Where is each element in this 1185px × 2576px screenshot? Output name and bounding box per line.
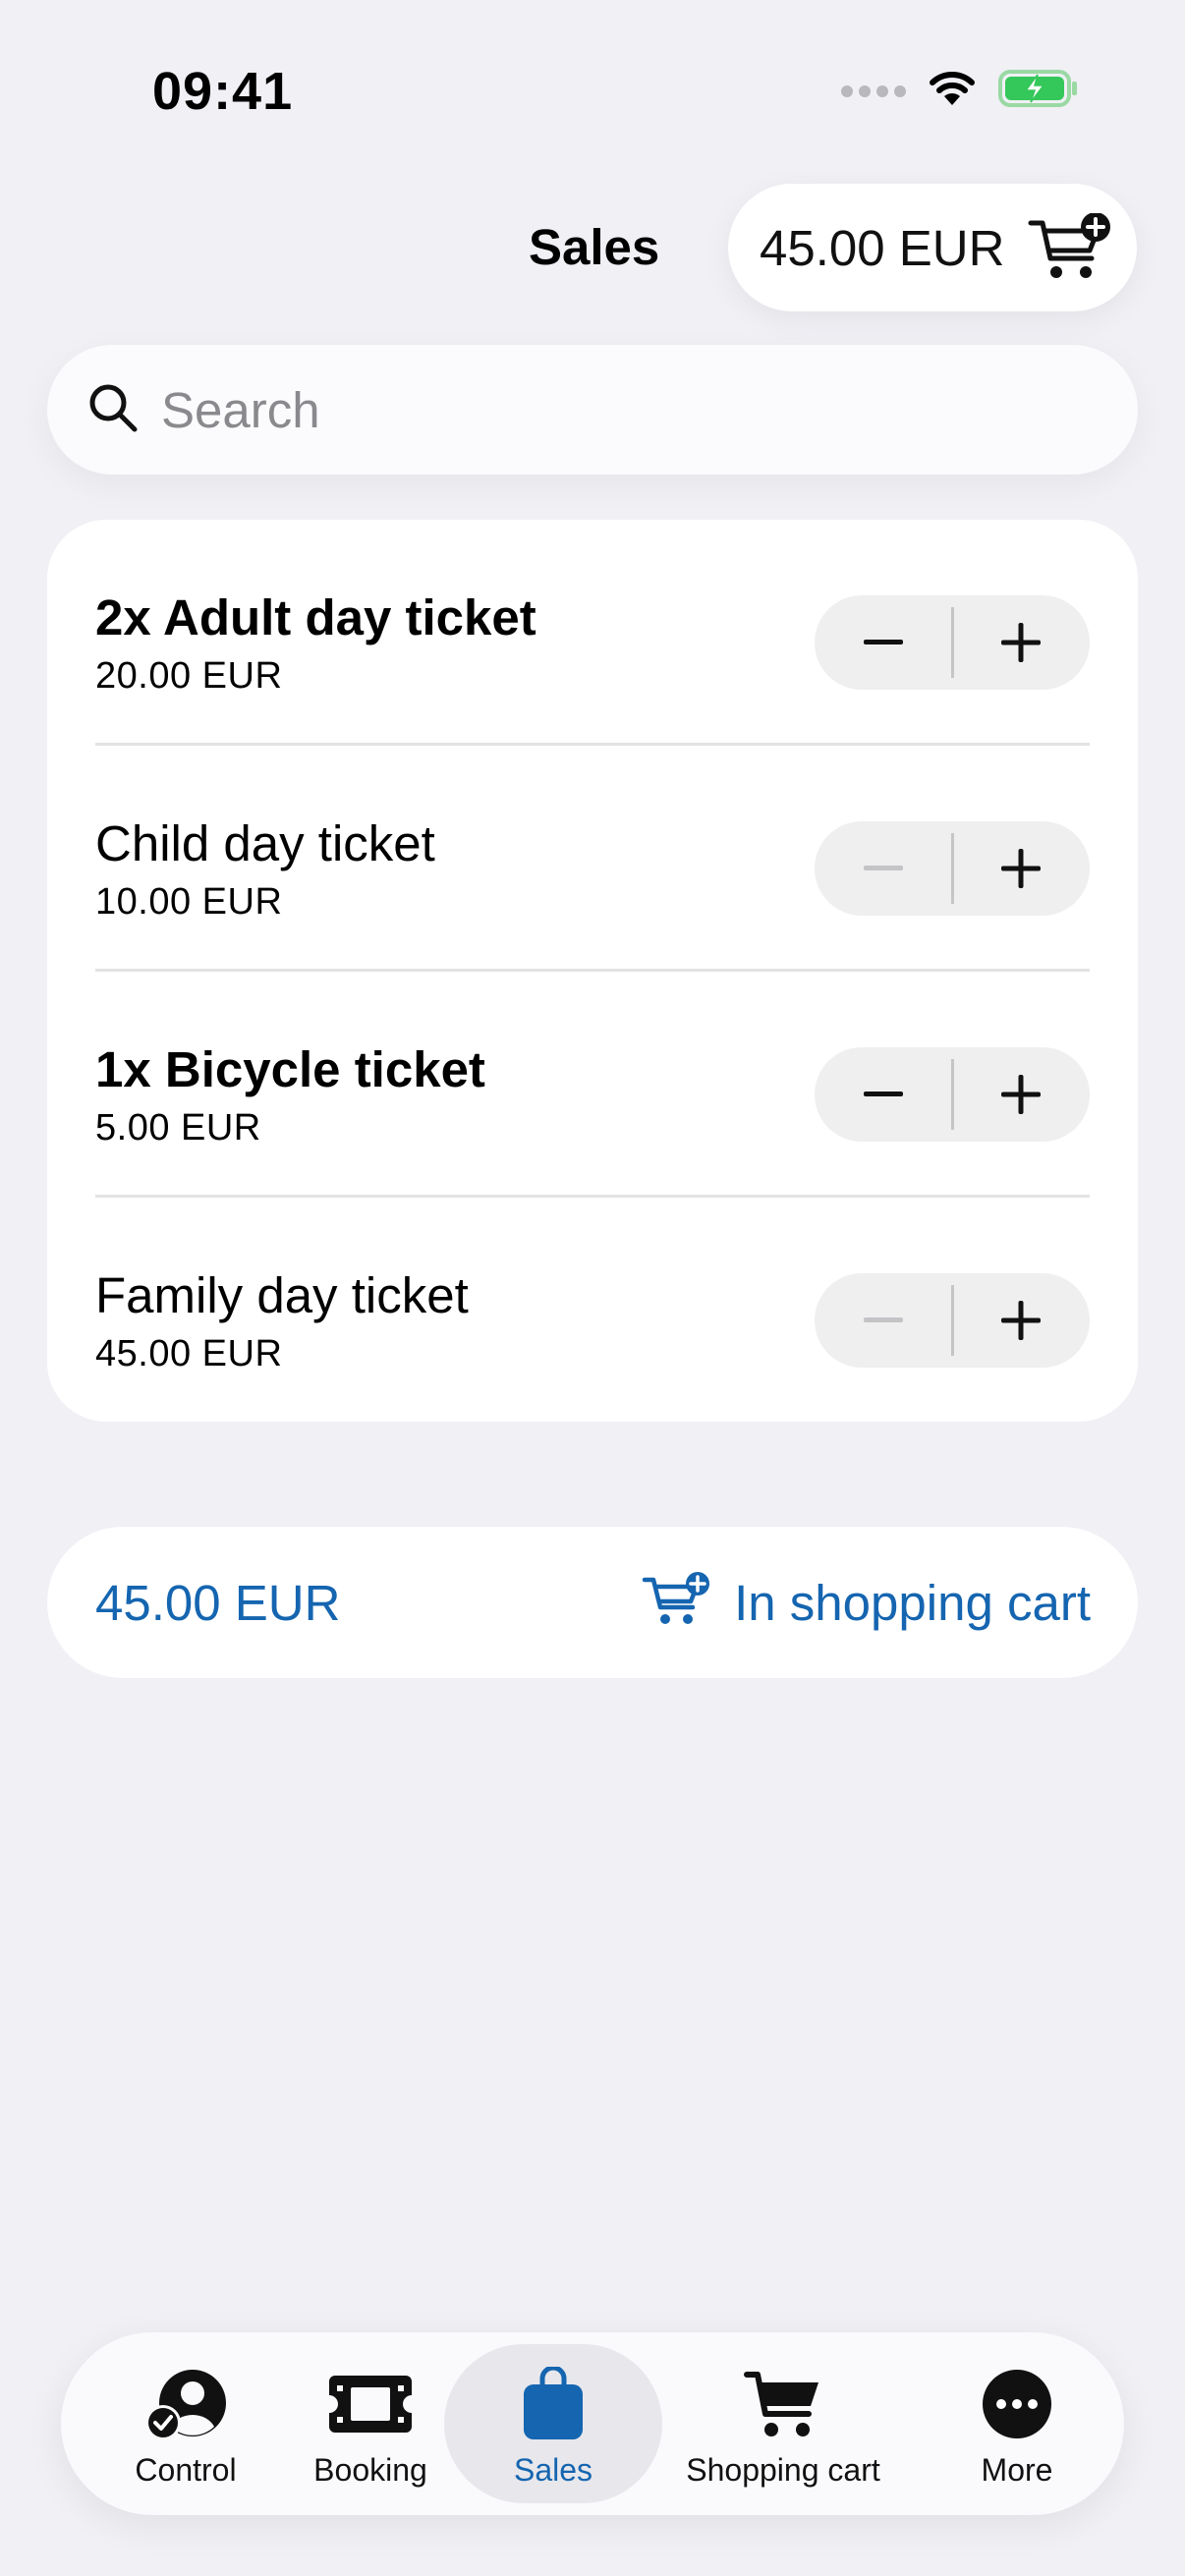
stepper-divider <box>951 607 954 678</box>
tab-label: Control <box>135 2452 237 2488</box>
status-indicators <box>841 69 1079 113</box>
plus-icon <box>1001 623 1041 662</box>
increase-button[interactable] <box>952 821 1090 916</box>
ticket-icon <box>327 2366 414 2442</box>
more-icon <box>982 2366 1052 2442</box>
search-icon <box>86 381 140 439</box>
tab-label: Booking <box>313 2452 427 2488</box>
ticket-price: 10.00 EUR <box>95 881 283 923</box>
cart-icon <box>744 2366 822 2442</box>
tab-label: Shopping cart <box>686 2452 880 2488</box>
ticket-name: Child day ticket <box>95 815 435 871</box>
ticket-name: 1x Bicycle ticket <box>95 1041 485 1097</box>
battery-charging-icon <box>998 69 1079 113</box>
tab-shopping-cart[interactable]: Shopping cart <box>670 2332 896 2515</box>
decrease-button-disabled[interactable] <box>815 821 952 916</box>
stepper-divider <box>951 1059 954 1130</box>
tab-bar: Control Booking Sales Shopping cart More <box>61 2332 1124 2515</box>
ticket-row-family-day: Family day ticket 45.00 EUR <box>95 1198 1090 1424</box>
ticket-name: 2x Adult day ticket <box>95 589 536 645</box>
quantity-stepper <box>815 1273 1090 1368</box>
ticket-price: 20.00 EUR <box>95 655 283 697</box>
decrease-button-disabled[interactable] <box>815 1273 952 1368</box>
shopping-bag-icon <box>521 2366 586 2442</box>
stepper-divider <box>951 1285 954 1356</box>
ticket-name: Family day ticket <box>95 1267 469 1323</box>
increase-button[interactable] <box>952 1047 1090 1142</box>
increase-button[interactable] <box>952 1273 1090 1368</box>
minus-icon <box>864 866 903 870</box>
cart-total-button[interactable]: 45.00 EUR <box>728 184 1137 311</box>
add-to-cart-button[interactable]: 45.00 EUR In shopping cart <box>47 1527 1138 1678</box>
decrease-button[interactable] <box>815 595 952 690</box>
status-time: 09:41 <box>152 62 294 121</box>
quantity-stepper <box>815 821 1090 916</box>
quantity-stepper <box>815 1047 1090 1142</box>
tab-sales[interactable]: Sales <box>489 2332 617 2515</box>
ticket-row-adult-day: 2x Adult day ticket 20.00 EUR <box>95 520 1090 746</box>
ticket-list: 2x Adult day ticket 20.00 EUR Child day … <box>47 520 1138 1422</box>
increase-button[interactable] <box>952 595 1090 690</box>
minus-icon <box>864 640 903 644</box>
tab-label: Sales <box>513 2452 593 2488</box>
ticket-price: 45.00 EUR <box>95 1333 283 1374</box>
tab-more[interactable]: More <box>953 2332 1081 2515</box>
person-check-icon <box>143 2366 228 2442</box>
selection-total: 45.00 EUR <box>95 1574 341 1631</box>
search-bar[interactable] <box>47 345 1138 475</box>
stepper-divider <box>951 833 954 904</box>
quantity-stepper <box>815 595 1090 690</box>
plus-icon <box>1001 849 1041 888</box>
cart-total-amount: 45.00 EUR <box>760 219 1005 276</box>
wifi-icon <box>928 70 977 112</box>
add-to-cart-action: In shopping cart <box>642 1571 1091 1634</box>
cart-add-icon <box>642 1571 712 1634</box>
ticket-price: 5.00 EUR <box>95 1107 261 1148</box>
status-bar: 09:41 <box>0 0 1185 187</box>
ticket-row-bicycle: 1x Bicycle ticket 5.00 EUR <box>95 972 1090 1198</box>
plus-icon <box>1001 1075 1041 1114</box>
cellular-signal-icon <box>841 84 906 97</box>
tab-control[interactable]: Control <box>122 2332 250 2515</box>
plus-icon <box>1001 1301 1041 1340</box>
page-title: Sales <box>529 219 660 275</box>
decrease-button[interactable] <box>815 1047 952 1142</box>
minus-icon <box>864 1092 903 1096</box>
add-to-cart-label: In shopping cart <box>734 1574 1091 1631</box>
minus-icon <box>864 1317 903 1322</box>
ticket-row-child-day: Child day ticket 10.00 EUR <box>95 746 1090 972</box>
cart-add-icon <box>1027 212 1115 289</box>
tab-label: More <box>981 2452 1053 2488</box>
tab-booking[interactable]: Booking <box>307 2332 434 2515</box>
search-input[interactable] <box>161 380 1045 439</box>
